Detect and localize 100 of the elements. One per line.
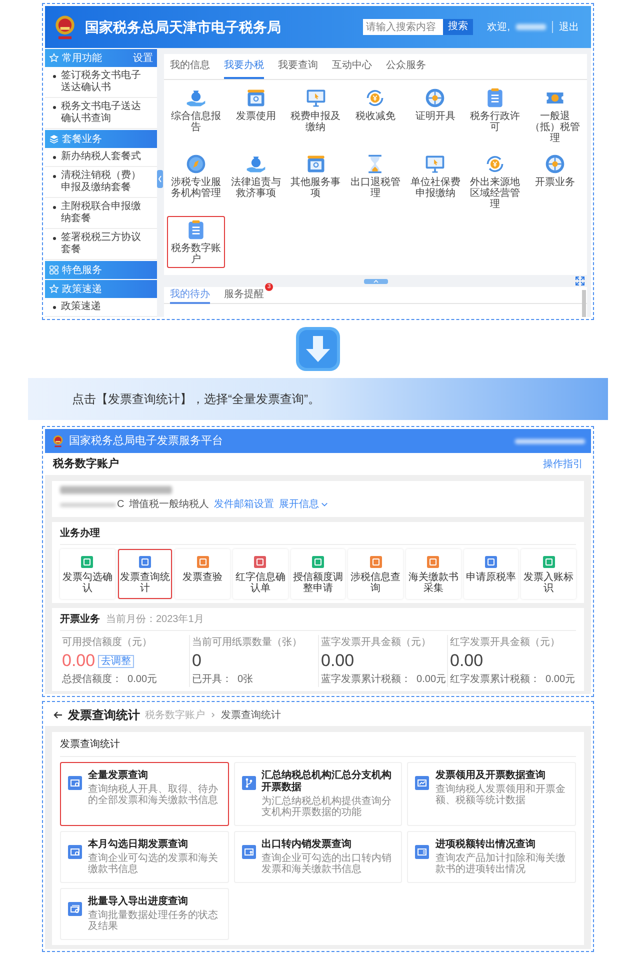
- sidebar-link[interactable]: 主附税联合申报缴纳套餐: [61, 201, 149, 225]
- service-tile[interactable]: 涉税专业服务机构管理: [167, 150, 225, 213]
- collapse-handle-icon[interactable]: [157, 170, 163, 188]
- instruction-text: 点击【发票查询统计】，选择“全量发票查询”。: [72, 391, 320, 408]
- section-title: 业务办理: [60, 526, 576, 545]
- platform-title: 国家税务总局电子发票服务平台: [69, 434, 223, 449]
- service-tile[interactable]: 法律追责与救济事项: [226, 150, 285, 213]
- grid-icon: [49, 265, 59, 275]
- fullscreen-icon[interactable]: [575, 276, 585, 286]
- business-tile[interactable]: 授信额度调整申请: [290, 549, 346, 599]
- card-description: 查询企业可勾选的出口转内销发票和海关缴款书信息: [262, 853, 393, 875]
- tab[interactable]: 我要办税: [224, 54, 264, 79]
- tab[interactable]: 公众服务: [386, 54, 426, 79]
- page-title: 税务数字账户: [53, 456, 119, 472]
- stat-footer: 蓝字发票累计税额： 0.00元: [321, 672, 445, 687]
- monitor-icon: [424, 153, 446, 175]
- service-tile[interactable]: 一般退（抵）税管理: [526, 84, 584, 147]
- service-label: 一般退（抵）税管理: [529, 111, 582, 144]
- card-title: 汇总纳税总机构汇总分支机构开票数据: [262, 770, 393, 794]
- invoice-search-icon: [68, 776, 82, 790]
- invoice-icon: [415, 845, 430, 859]
- back-arrow-icon[interactable]: [53, 710, 63, 720]
- service-tile[interactable]: 税收减免: [346, 84, 404, 147]
- tile-label: 授信额度调整申请: [292, 572, 344, 594]
- service-tile[interactable]: 出口退税管理: [346, 150, 404, 213]
- page-title: 发票查询统计: [68, 707, 140, 724]
- service-tile[interactable]: 其他服务事项: [286, 150, 345, 213]
- business-tile[interactable]: 涉税信息查询: [348, 549, 403, 599]
- query-card[interactable]: 进项税额转出情况查询 查询农产品加计扣除和海关缴款书的进项转出情况: [407, 831, 576, 883]
- chart-screen-icon: [415, 776, 430, 790]
- query-card[interactable]: 出口转内销发票查询 查询企业可勾选的出口转内销发票和海关缴款书信息: [234, 831, 402, 883]
- service-label: 综合信息报告: [170, 111, 222, 133]
- sidebar-link[interactable]: 清税注销税（费）申报及缴纳套餐: [61, 170, 149, 194]
- branch-icon: [242, 776, 256, 790]
- service-label: 法律追责与救济事项: [230, 177, 282, 199]
- service-label: 单位社保费申报缴纳: [409, 177, 462, 199]
- tab[interactable]: 我的信息: [170, 54, 210, 79]
- star-icon: [49, 53, 59, 63]
- service-label: 税务数字账户: [170, 243, 222, 265]
- service-tile[interactable]: 综合信息报告: [167, 84, 225, 147]
- stat-footer: 总授信额度： 0.00元: [62, 672, 187, 687]
- service-label: 发票使用: [236, 111, 276, 122]
- service-tile[interactable]: 发票使用: [226, 84, 285, 147]
- search-button[interactable]: 搜索: [443, 19, 474, 35]
- card-description: 查询纳税人发票领用和开票金额、税额等统计数据: [435, 784, 566, 806]
- query-card[interactable]: 发票领用及开票数据查询 查询纳税人发票领用和开票金额、税额等统计数据: [407, 762, 576, 826]
- business-tile[interactable]: 红字信息确认单: [233, 549, 288, 599]
- service-tile[interactable]: 证明开具: [406, 84, 464, 147]
- bullet-icon: [53, 156, 56, 159]
- business-tile[interactable]: 申请原税率: [464, 549, 518, 599]
- stat-footer: 红字发票累计税额： 0.00元: [450, 672, 574, 687]
- scrollbar[interactable]: [582, 290, 586, 317]
- bullet-icon: [53, 237, 56, 240]
- taxpayer-type: 增值税一般纳税人: [129, 498, 210, 512]
- taxpayer-id-tail: C: [117, 498, 124, 512]
- tile-label: 发票查验: [182, 572, 224, 583]
- sidebar-link[interactable]: 新办纳税人套餐式: [61, 151, 141, 163]
- search-field[interactable]: 请输入搜索内容: [363, 19, 444, 35]
- service-tile[interactable]: 税务数字账户: [167, 216, 225, 268]
- email-settings-link[interactable]: 发件邮箱设置: [214, 497, 274, 512]
- service-tile[interactable]: 单位社保费申报缴纳: [406, 150, 464, 213]
- service-label: 税务行政许可: [469, 111, 522, 133]
- card-title: 批量导入导出进度查询: [88, 896, 189, 908]
- service-tile[interactable]: 税务行政许可: [466, 84, 524, 147]
- layers-icon: [49, 134, 59, 144]
- business-tile[interactable]: 海关缴款书采集: [406, 549, 461, 599]
- service-tile[interactable]: 税费申报及缴纳: [286, 84, 345, 147]
- emblem-icon: [51, 434, 65, 448]
- sidebar-link[interactable]: 签订税务文书电子送达确认书: [61, 70, 149, 94]
- invoice-search-icon: [68, 845, 82, 859]
- stat-value: 0: [192, 651, 202, 671]
- sidebar-link[interactable]: 政策速递: [61, 301, 101, 313]
- sidebar-link[interactable]: 税务文书电子送达确认书查询: [61, 101, 149, 125]
- business-tile[interactable]: 发票查询统计: [118, 549, 172, 599]
- service-tile[interactable]: 开票业务: [526, 150, 584, 213]
- query-card[interactable]: 批量导入导出进度查询 查询批量数据处理任务的状态及结果: [60, 888, 229, 940]
- business-tile[interactable]: 发票入账标识: [521, 549, 576, 599]
- tab[interactable]: 我要查询: [278, 54, 318, 79]
- tab[interactable]: 互动中心: [332, 54, 372, 79]
- card-description: 查询企业可勾选的发票和海关缴款书信息: [88, 853, 219, 875]
- stat-footer: 已开具： 0张: [192, 672, 316, 687]
- service-tile[interactable]: 外出来源地区域经营管理: [466, 150, 524, 213]
- tile-label: 发票勾选确认: [61, 572, 114, 594]
- breadcrumb-link[interactable]: 发票查询统计: [221, 708, 281, 722]
- guide-link[interactable]: 操作指引: [543, 456, 583, 472]
- stat-value: 0.00: [321, 651, 354, 671]
- globe-icon: [424, 87, 446, 109]
- card-title: 发票领用及开票数据查询: [435, 770, 546, 782]
- settings-link[interactable]: 设置: [133, 50, 153, 66]
- service-label: 税收减免: [355, 111, 396, 122]
- sidebar-link[interactable]: 签署税税三方协议套餐: [61, 232, 149, 256]
- sidebar-section-header[interactable]: 常用功能 设置: [45, 49, 157, 67]
- query-card[interactable]: 全量发票查询 查询纳税人开具、取得、待办的全部发票和海关缴款书信息: [60, 762, 229, 826]
- query-card[interactable]: 汇总纳税总机构汇总分支机构开票数据 为汇总纳税总机构提供查询分支机构开票数据的功能: [234, 762, 402, 826]
- tile-label: 红字信息确认单: [234, 572, 286, 594]
- expand-handle-icon[interactable]: [364, 278, 388, 284]
- business-tile[interactable]: 发票查验: [175, 549, 230, 599]
- stat-label: 可用授信额度（元）: [62, 636, 153, 650]
- business-tile[interactable]: 发票勾选确认: [60, 549, 115, 599]
- query-card[interactable]: 本月勾选日期发票查询 查询企业可勾选的发票和海关缴款书信息: [60, 831, 229, 883]
